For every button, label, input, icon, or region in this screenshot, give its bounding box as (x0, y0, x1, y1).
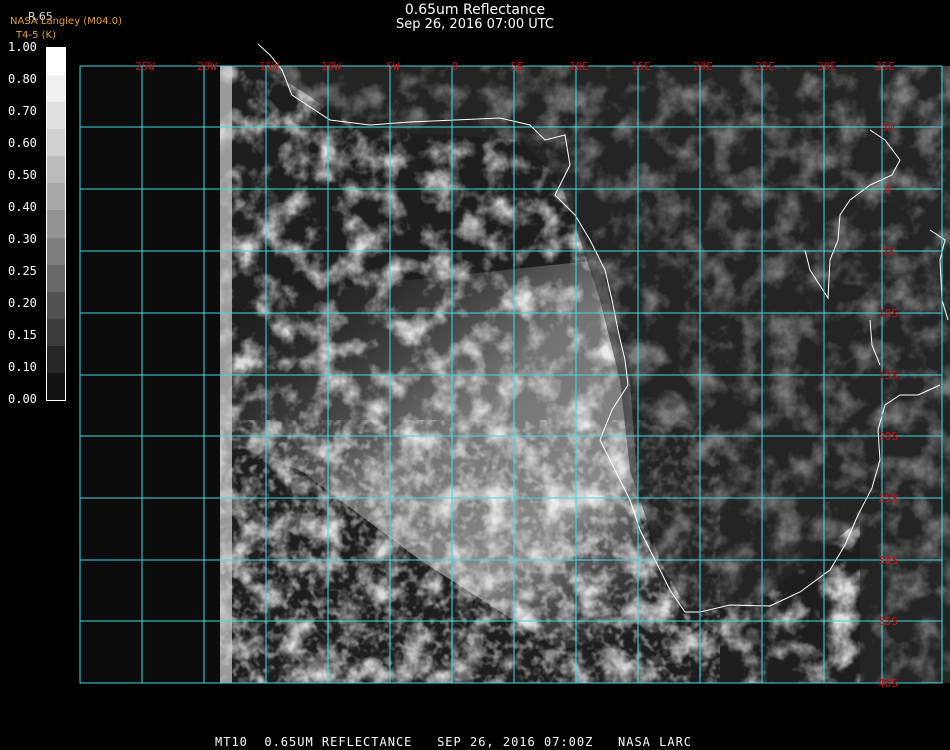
colorbar-tick-label: 0.40 (8, 200, 37, 214)
latitude-label: 20S (878, 430, 898, 443)
latitude-label: 0 (885, 183, 892, 196)
colorbar-tick-label: 0.60 (8, 136, 37, 150)
satellite-map: 25W 20W 15W 10W 5W 0 5E 10E 15E 20E 25E 30E 35E 5N 0 5… (79, 43, 950, 690)
colorbar-segment (47, 48, 65, 76)
colorbar-segment (47, 237, 65, 266)
colorbar-tick-label: 0.00 (8, 392, 37, 406)
colorbar-segment (47, 345, 65, 374)
colorbar-tick-label: 0.20 (8, 296, 37, 310)
colorbar-segment (47, 183, 65, 211)
colorbar-segment (47, 264, 65, 293)
latitude-label: 10S (878, 307, 898, 320)
colorbar-segment (47, 102, 65, 130)
chart-title: 0.65um Reflectance (404, 2, 546, 18)
colorbar-segment (47, 372, 65, 401)
colorbar-segment (47, 318, 65, 347)
colorbar-tick-label: 0.25 (8, 264, 37, 278)
latitude-label: 5N (881, 121, 894, 134)
longitude-label: 20W (197, 60, 217, 73)
longitude-label: 15W (259, 60, 279, 73)
footer-caption: MT10 0.65UM REFLECTANCE SEP 26, 2016 07:… (215, 735, 693, 749)
colorbar-tick-label: 0.30 (8, 232, 37, 246)
colorbar (46, 47, 66, 401)
longitude-label: 10E (569, 60, 589, 73)
chart-subtitle: Sep 26, 2016 07:00 UTC (395, 17, 555, 32)
longitude-label: 35E (875, 60, 895, 73)
latitude-label: 15S (878, 369, 898, 382)
longitude-label: 20E (693, 60, 713, 73)
longitude-label: 25E (755, 60, 775, 73)
colorbar-segment (47, 156, 65, 184)
longitude-label: 0 (452, 60, 459, 73)
colorbar-tick-label: 0.50 (8, 168, 37, 182)
colorbar-tick-label: 0.80 (8, 72, 37, 86)
colorbar-segment (47, 75, 65, 103)
latitude-label: 30S (878, 554, 898, 567)
longitude-label: 25W (135, 60, 155, 73)
colorbar-tick-label: 0.10 (8, 360, 37, 374)
longitude-label: 15E (631, 60, 651, 73)
longitude-label: 10W (321, 60, 341, 73)
latitude-label: 35S (878, 615, 898, 628)
credit-label: NASA Langley (M04.0) (10, 16, 122, 27)
latitude-label: 5S (881, 245, 894, 258)
longitude-label: 5E (510, 60, 523, 73)
colorbar-tick-label: 0.70 (8, 104, 37, 118)
colorbar-segment (47, 210, 65, 239)
colorbar-tick-label: 1.00 (8, 40, 37, 54)
longitude-label: 5W (386, 60, 400, 73)
colorbar-segment (47, 129, 65, 157)
colorbar-tick-label: 0.15 (8, 328, 37, 342)
colorbar-segment (47, 291, 65, 320)
longitude-label: 30E (817, 60, 837, 73)
latitude-label: 40S (878, 677, 898, 690)
latitude-label: 25S (878, 492, 898, 505)
